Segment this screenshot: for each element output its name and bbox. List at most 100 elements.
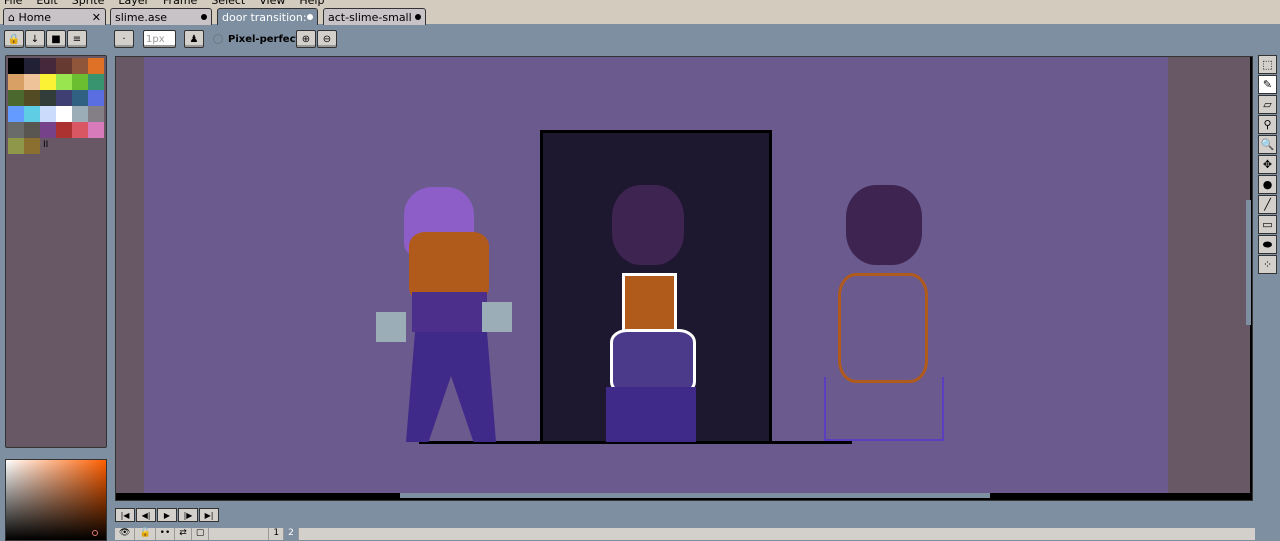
spray-icon[interactable]: ⁘ <box>1258 255 1277 274</box>
palette-swatch[interactable] <box>72 74 88 90</box>
palette-swatch[interactable] <box>88 106 104 122</box>
play-icon[interactable]: ▶ <box>157 508 177 522</box>
palette-swatch[interactable] <box>56 122 72 138</box>
character-glove <box>376 312 406 342</box>
arrow-down-icon[interactable]: ↓ <box>25 30 45 48</box>
modified-dot-icon <box>415 14 421 20</box>
tool-bar: ⬚ ✎ ▱ ⚲ 🔍 ✥ ● ╱ ▭ ⬬ ⁘ <box>1258 55 1278 275</box>
tab-label: door transition: <box>222 10 307 24</box>
palette-swatch[interactable] <box>40 106 56 122</box>
brush-type-button[interactable]: · <box>114 30 134 48</box>
frame-2[interactable]: 2 <box>284 528 299 540</box>
first-frame-icon[interactable]: |◀ <box>115 508 135 522</box>
palette-swatch[interactable] <box>24 106 40 122</box>
palette-swatch[interactable] <box>40 122 56 138</box>
palette-swatch[interactable] <box>88 122 104 138</box>
tab-label: slime.ase <box>115 10 168 24</box>
picker-cursor[interactable] <box>92 530 98 536</box>
symmetry-vertical-icon[interactable]: ⊕ <box>296 30 316 48</box>
next-frame-icon[interactable]: |▶ <box>178 508 198 522</box>
palette-swatch[interactable] <box>8 138 24 154</box>
palette-swatch[interactable] <box>56 90 72 106</box>
palette-resize-handle[interactable]: II <box>43 140 48 150</box>
palette-swatch[interactable] <box>8 122 24 138</box>
character-back-hair <box>612 185 684 265</box>
palette-swatch[interactable] <box>40 90 56 106</box>
zoom-icon[interactable]: 🔍 <box>1258 135 1277 154</box>
color-picker[interactable] <box>5 459 107 541</box>
palette-swatch[interactable] <box>72 58 88 74</box>
tab-label: act-slime-small <box>328 10 412 24</box>
palette-swatch[interactable] <box>8 90 24 106</box>
palette-swatch[interactable] <box>24 58 40 74</box>
palette-swatch[interactable] <box>24 90 40 106</box>
prev-frame-icon[interactable]: ◀| <box>136 508 156 522</box>
palette-swatch[interactable] <box>24 74 40 90</box>
palette-swatch[interactable] <box>88 74 104 90</box>
character-glove <box>482 302 512 332</box>
marquee-icon[interactable]: ⬚ <box>1258 55 1277 74</box>
line-icon[interactable]: ╱ <box>1258 195 1277 214</box>
tab-label: Home <box>18 10 51 24</box>
tab-home[interactable]: ⌂ Home ✕ <box>3 8 106 25</box>
ink-icon[interactable]: ♟ <box>184 30 204 48</box>
palette-swatch[interactable] <box>40 58 56 74</box>
sprite-editor[interactable] <box>115 56 1253 501</box>
fill-icon[interactable]: ● <box>1258 175 1277 194</box>
link-cels-icon[interactable]: ⇄ <box>175 528 192 540</box>
palette-swatch[interactable] <box>24 122 40 138</box>
square-icon[interactable]: ■ <box>46 30 66 48</box>
animation-controls: |◀ ◀| ▶ |▶ ▶| <box>115 508 219 522</box>
last-frame-icon[interactable]: ▶| <box>199 508 219 522</box>
layer-icon[interactable]: ▢ <box>192 528 210 540</box>
frame-1[interactable]: 1 <box>269 528 285 540</box>
palette-swatch[interactable] <box>72 122 88 138</box>
eyedropper-icon[interactable]: ⚲ <box>1258 115 1277 134</box>
vertical-scrollbar[interactable] <box>1246 200 1251 325</box>
tab-act-slime-small[interactable]: act-slime-small <box>323 8 426 25</box>
palette-swatch[interactable] <box>40 74 56 90</box>
palette-swatch[interactable] <box>56 58 72 74</box>
character-back-legs <box>606 387 696 442</box>
move-icon[interactable]: ✥ <box>1258 155 1277 174</box>
tab-slime[interactable]: slime.ase <box>110 8 212 25</box>
palette-swatch[interactable] <box>56 106 72 122</box>
contour-icon[interactable]: ⬬ <box>1258 235 1277 254</box>
onion-skin-legs <box>824 377 944 441</box>
palette-swatch[interactable] <box>8 74 24 90</box>
context-toolbar: 🔒 ↓ ■ ≡ · 1px ♟ Pixel-perfect ⊕ ⊖ <box>0 30 1280 50</box>
pencil-icon[interactable]: ✎ <box>1258 75 1277 94</box>
brush-size-input[interactable]: 1px <box>143 30 176 48</box>
palette-swatch[interactable] <box>24 138 40 154</box>
palette-swatch[interactable] <box>72 90 88 106</box>
palette-swatch[interactable] <box>8 106 24 122</box>
onion-skin-icon[interactable]: •• <box>156 528 176 540</box>
symmetry-horizontal-icon[interactable]: ⊖ <box>317 30 337 48</box>
eraser-icon[interactable]: ▱ <box>1258 95 1277 114</box>
lock-icon[interactable]: 🔒 <box>4 30 24 48</box>
tab-door-transition[interactable]: door transition: <box>217 8 318 25</box>
visibility-icon[interactable]: 👁 <box>115 528 136 540</box>
canvas-margin-left <box>116 57 144 493</box>
modified-dot-icon <box>201 14 207 20</box>
color-palette: II <box>5 55 107 448</box>
sprite-canvas[interactable] <box>144 57 1168 493</box>
pixel-perfect-label: Pixel-perfect <box>228 34 301 45</box>
home-icon: ⌂ Home <box>8 10 51 24</box>
timeline: 👁 🔓 •• ⇄ ▢ 1 2 <box>115 528 1255 540</box>
rectangle-icon[interactable]: ▭ <box>1258 215 1277 234</box>
lock-icon[interactable]: 🔓 <box>135 528 156 540</box>
palette-swatch[interactable] <box>88 58 104 74</box>
pixel-perfect-checkbox[interactable] <box>213 34 223 44</box>
palette-swatch[interactable] <box>8 58 24 74</box>
canvas-margin-right <box>1168 57 1250 493</box>
horizontal-scrollbar[interactable] <box>400 493 990 498</box>
menu-icon[interactable]: ≡ <box>67 30 87 48</box>
character-back-hips <box>610 329 696 395</box>
character-shorts <box>412 292 487 332</box>
palette-swatch[interactable] <box>88 90 104 106</box>
close-icon[interactable]: ✕ <box>92 11 101 24</box>
palette-swatch[interactable] <box>72 106 88 122</box>
palette-swatch[interactable] <box>56 74 72 90</box>
modified-dot-icon <box>307 14 313 20</box>
